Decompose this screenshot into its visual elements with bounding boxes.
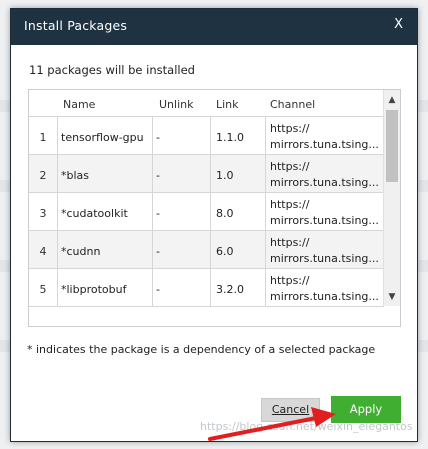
table-header: Name Unlink Link Channel: [29, 90, 384, 117]
channel-cell: https:// mirrors.tuna.tsing...: [265, 117, 384, 154]
unlink-value: -: [152, 117, 210, 154]
header-num: [29, 90, 57, 116]
channel-cell: https:// mirrors.tuna.tsing...: [265, 155, 384, 192]
watermark-text: https://blog.csdn.net/weixin_elegantos: [200, 420, 413, 433]
row-number: 2: [39, 169, 47, 182]
scrollbar-thumb[interactable]: [386, 110, 398, 182]
table-row[interactable]: 4 *cudnn - 6.0 https:// mirrors.tuna.tsi…: [29, 231, 384, 269]
channel-line2: mirrors.tuna.tsing...: [270, 138, 379, 151]
table-row[interactable]: 2 *blas - 1.0 https:// mirrors.tuna.tsin…: [29, 155, 384, 193]
channel-cell: https:// mirrors.tuna.tsing...: [265, 269, 384, 306]
cancel-button[interactable]: Cancel: [261, 398, 320, 422]
package-name: *blas: [57, 155, 152, 192]
table-row[interactable]: 5 *libprotobuf - 3.2.0 https:// mirrors.…: [29, 269, 384, 307]
packages-table: Name Unlink Link Channel 1 tensorflow-gp…: [28, 89, 401, 327]
row-number: 4: [39, 245, 47, 258]
header-unlink[interactable]: Unlink: [159, 90, 193, 116]
chevron-down-icon[interactable]: ▼: [384, 290, 400, 304]
install-packages-dialog: Install Packages X 11 packages will be i…: [10, 8, 418, 442]
link-version: 1.1.0: [210, 117, 265, 154]
channel-line2: mirrors.tuna.tsing...: [270, 214, 379, 227]
unlink-value: -: [152, 155, 210, 192]
package-name: *cudatoolkit: [57, 193, 152, 230]
apply-button[interactable]: Apply: [331, 396, 401, 423]
package-name: *cudnn: [57, 231, 152, 268]
link-version: 3.2.0: [210, 269, 265, 306]
channel-line2: mirrors.tuna.tsing...: [270, 252, 379, 265]
channel-cell: https:// mirrors.tuna.tsing...: [265, 231, 384, 268]
link-version: 1.0: [210, 155, 265, 192]
channel-line2: mirrors.tuna.tsing...: [270, 176, 379, 189]
dialog-title: Install Packages: [24, 18, 128, 33]
package-count-text: 11 packages will be installed: [29, 63, 195, 77]
dialog-titlebar: Install Packages X: [11, 9, 417, 45]
table-row[interactable]: 3 *cudatoolkit - 8.0 https:// mirrors.tu…: [29, 193, 384, 231]
channel-line2: mirrors.tuna.tsing...: [270, 290, 379, 303]
chevron-up-icon[interactable]: ▲: [384, 93, 400, 107]
unlink-value: -: [152, 193, 210, 230]
channel-line1: https://: [270, 236, 310, 249]
channel-line1: https://: [270, 274, 310, 287]
unlink-value: -: [152, 269, 210, 306]
package-name: *libprotobuf: [57, 269, 152, 306]
link-version: 8.0: [210, 193, 265, 230]
table-row[interactable]: 1 tensorflow-gpu - 1.1.0 https:// mirror…: [29, 117, 384, 155]
channel-line1: https://: [270, 122, 310, 135]
channel-line1: https://: [270, 160, 310, 173]
package-name: tensorflow-gpu: [57, 117, 152, 154]
channel-line1: https://: [270, 198, 310, 211]
table-scrollbar[interactable]: ▲ ▼: [383, 90, 400, 306]
link-version: 6.0: [210, 231, 265, 268]
close-button[interactable]: X: [394, 17, 403, 32]
header-channel[interactable]: Channel: [270, 90, 315, 116]
unlink-value: -: [152, 231, 210, 268]
row-number: 5: [39, 283, 47, 296]
row-number: 3: [39, 207, 47, 220]
dependency-footnote: * indicates the package is a dependency …: [27, 343, 376, 356]
header-link[interactable]: Link: [216, 90, 239, 116]
channel-cell: https:// mirrors.tuna.tsing...: [265, 193, 384, 230]
row-number: 1: [39, 131, 47, 144]
header-name[interactable]: Name: [63, 90, 95, 116]
